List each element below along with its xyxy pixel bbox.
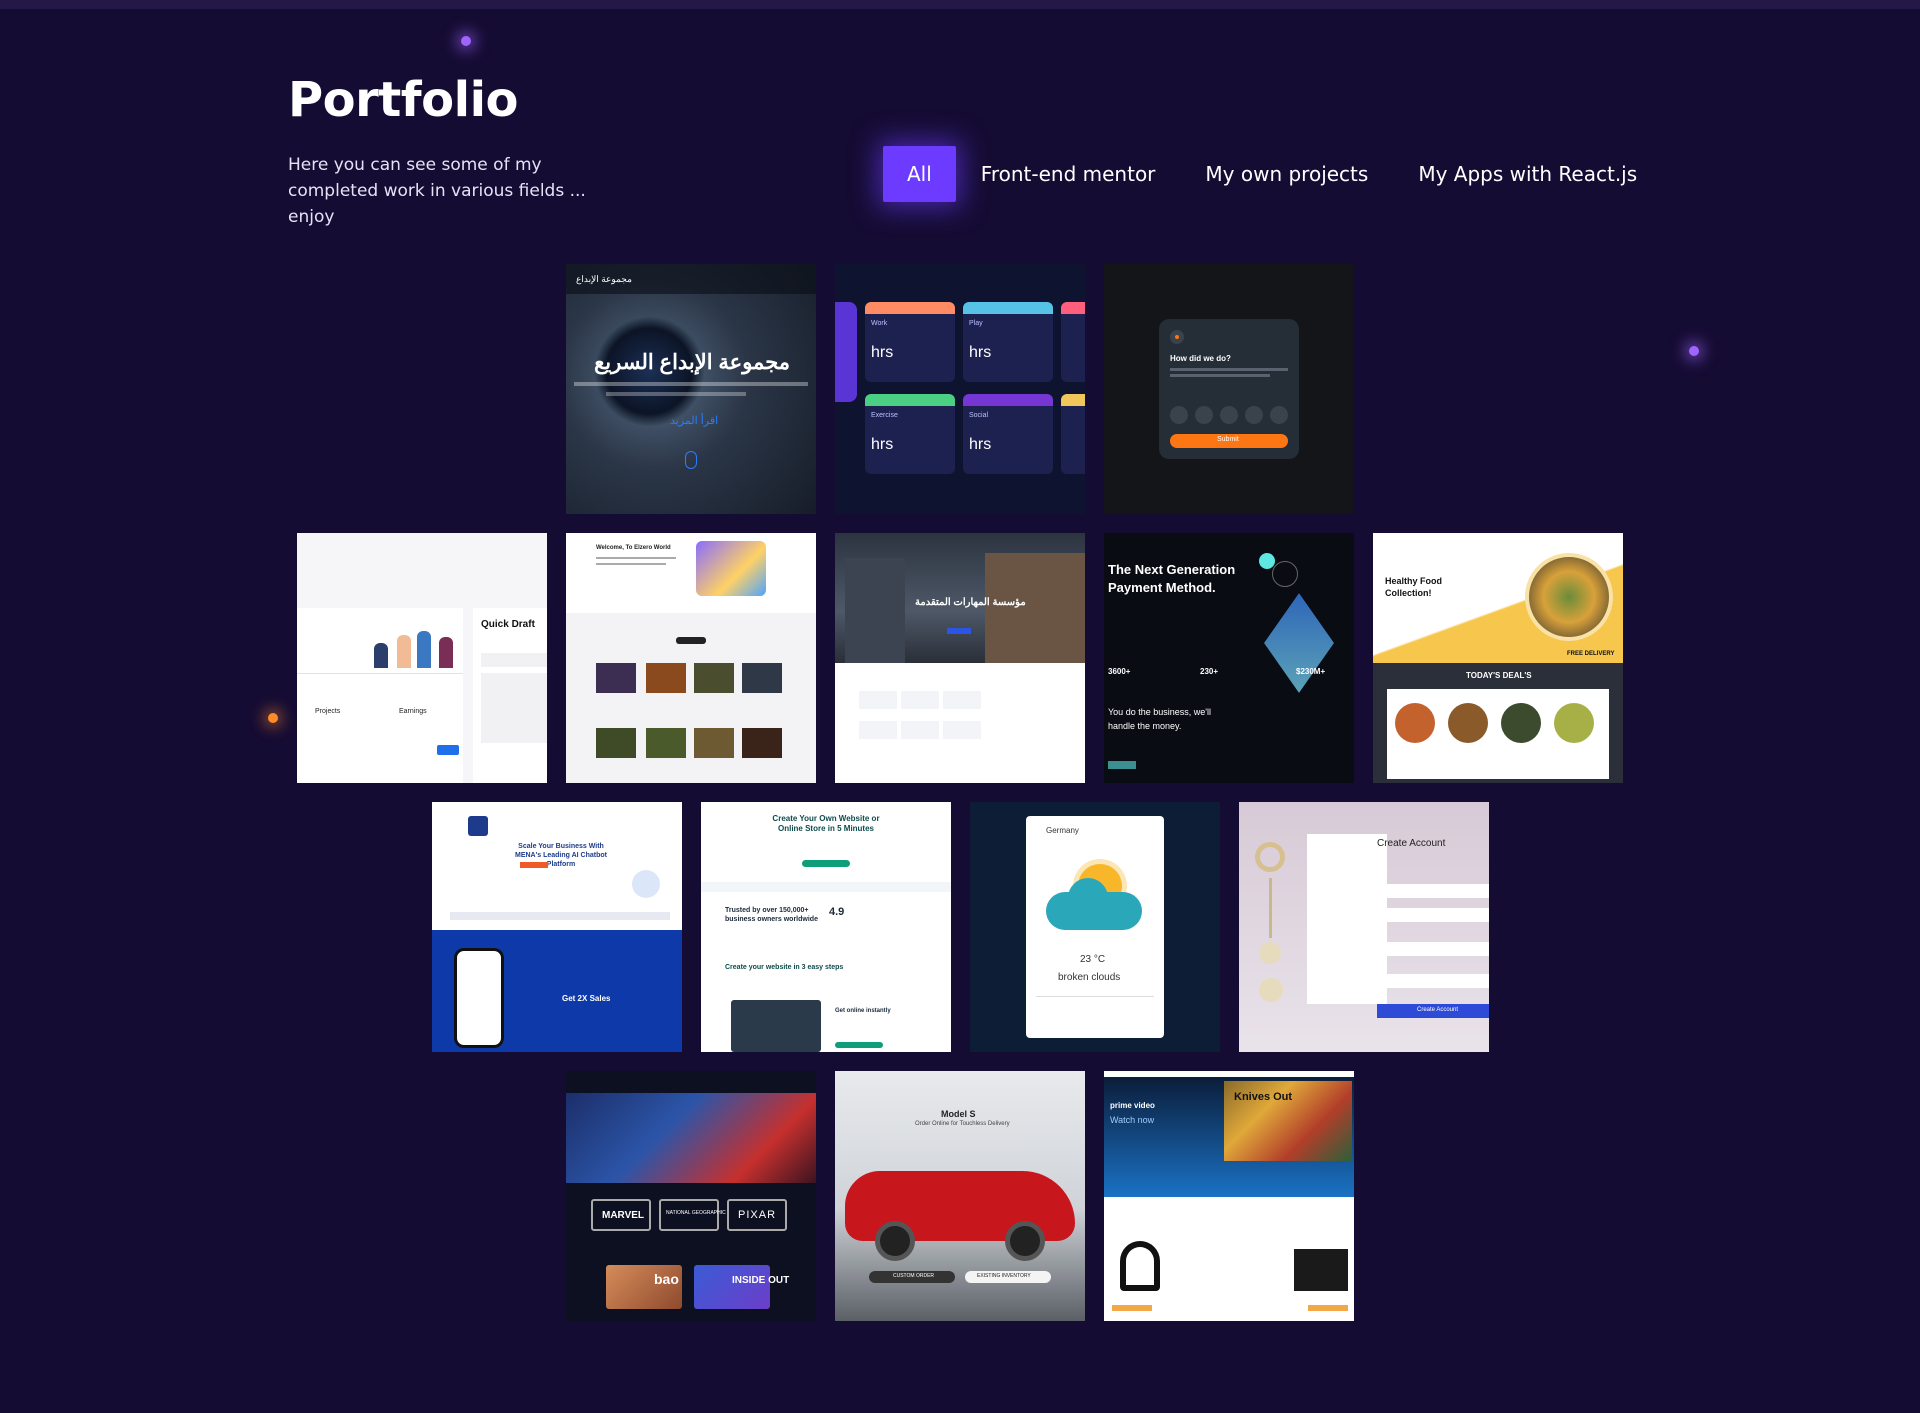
card-brand: مجموعة الإبداع	[576, 274, 632, 284]
filter-all[interactable]: All	[883, 146, 956, 202]
filter-own-projects[interactable]: My own projects	[1180, 146, 1393, 202]
page-title: Portfolio	[288, 72, 519, 128]
project-card-time-tracker[interactable]: Work hrs Play hrs Exercise hrs Social hr…	[835, 264, 1085, 514]
project-card-website-builder[interactable]: Create Your Own Website or Online Store …	[701, 802, 951, 1052]
card-heading: مجموعة الإبداع السريع	[594, 351, 790, 374]
project-card-chatbot[interactable]: Scale Your Business With MENA's Leading …	[432, 802, 682, 1052]
project-card-elzero[interactable]: Welcome, To Elzero World	[566, 533, 816, 783]
project-card-rating[interactable]: How did we do? Submit	[1104, 264, 1354, 514]
project-card-jewelry[interactable]: Create Account Create Account	[1239, 802, 1489, 1052]
filter-react-apps[interactable]: My Apps with React.js	[1393, 146, 1662, 202]
project-card-disney[interactable]: MARVEL NATIONAL GEOGRAPHIC PIXAR bao INS…	[566, 1071, 816, 1321]
project-card-dashboard[interactable]: Projects Earnings Quick Draft	[297, 533, 547, 783]
card-cta: اقرأ المزيد	[670, 415, 719, 427]
project-card-arabic-agency[interactable]: مجموعة الإبداع مجموعة الإبداع السريع اقر…	[566, 264, 816, 514]
page-subtitle: Here you can see some of my completed wo…	[288, 155, 586, 227]
project-card-amazon[interactable]: prime video Watch now Knives Out	[1104, 1071, 1354, 1321]
project-card-weather[interactable]: Germany 23 °C broken clouds	[970, 802, 1220, 1052]
filter-frontend-mentor[interactable]: Front-end mentor	[956, 146, 1181, 202]
decorative-glow-dot	[1689, 346, 1699, 356]
project-card-payment[interactable]: The Next Generation Payment Method. 3600…	[1104, 533, 1354, 783]
decorative-glow-dot	[268, 713, 278, 723]
decorative-glow-dot	[461, 36, 471, 46]
project-card-tesla[interactable]: Model S Order Online for Touchless Deliv…	[835, 1071, 1085, 1321]
top-border	[0, 0, 1920, 9]
project-card-food[interactable]: Healthy Food Collection! FREE DELIVERY T…	[1373, 533, 1623, 783]
project-card-real-estate[interactable]: مؤسسة المهارات المتقدمة	[835, 533, 1085, 783]
filter-tabs: All Front-end mentor My own projects My …	[883, 146, 1662, 202]
